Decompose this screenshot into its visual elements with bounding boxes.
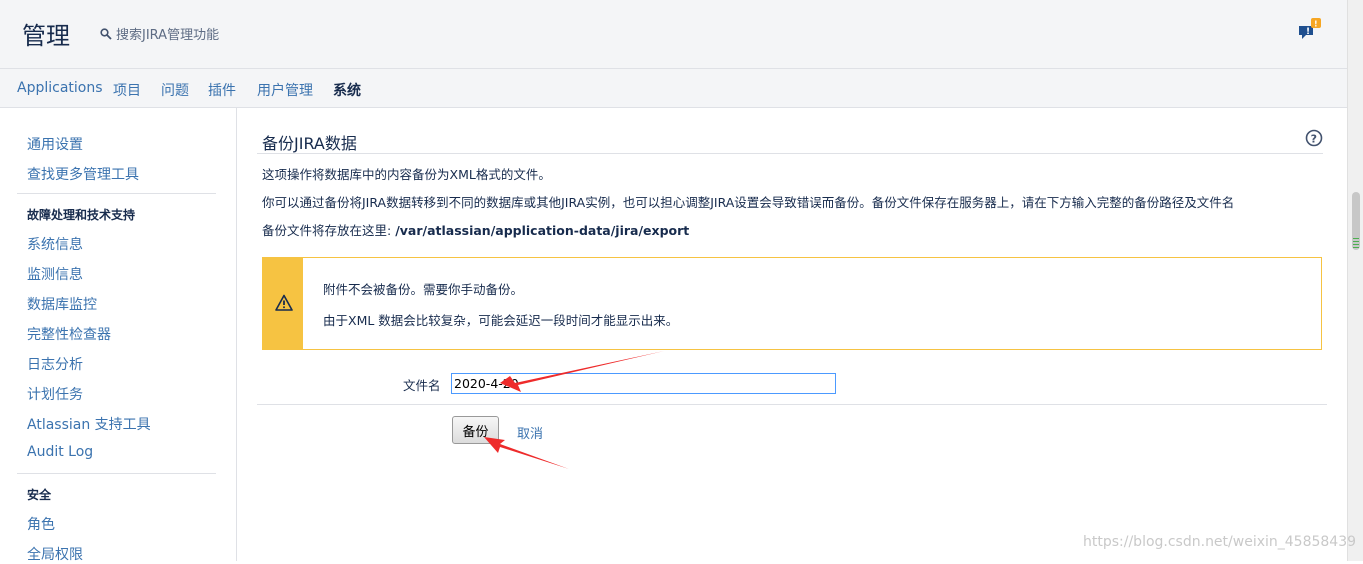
sidebar-item-monitoring[interactable]: 监测信息 xyxy=(27,264,83,284)
tab-applications[interactable]: Applications xyxy=(17,80,103,96)
sidebar-item-db-monitoring[interactable]: 数据库监控 xyxy=(27,294,97,314)
help-icon[interactable]: ? xyxy=(1305,129,1323,147)
admin-search[interactable]: 搜索JIRA管理功能 xyxy=(100,24,219,43)
warning-bar xyxy=(263,258,303,349)
watermark: https://blog.csdn.net/weixin_45858439 xyxy=(1083,534,1357,550)
svg-text:!: ! xyxy=(1306,27,1310,37)
backup-button[interactable]: 备份 xyxy=(452,416,499,444)
sidebar-item-integrity-checker[interactable]: 完整性检查器 xyxy=(27,324,111,344)
tab-issues[interactable]: 问题 xyxy=(161,80,189,100)
sidebar-item-log-analysis[interactable]: 日志分析 xyxy=(27,354,83,374)
feedback-icon[interactable]: ! ! xyxy=(1297,17,1323,43)
sidebar-item-support-tools[interactable]: Atlassian 支持工具 xyxy=(27,414,151,434)
backup-location-path: /var/atlassian/application-data/jira/exp… xyxy=(395,223,690,238)
page-title: 备份JIRA数据 xyxy=(262,134,357,153)
warning-line-attachments: 附件不会被备份。需要你手动备份。 xyxy=(323,282,524,297)
tab-projects[interactable]: 项目 xyxy=(113,80,141,100)
sidebar-item-roles[interactable]: 角色 xyxy=(27,514,55,534)
backup-location-text: 备份文件将存放在这里: /var/atlassian/application-d… xyxy=(262,220,689,239)
sidebar-item-general-settings[interactable]: 通用设置 xyxy=(27,134,83,154)
sidebar-divider xyxy=(17,473,216,474)
sidebar-section-troubleshooting: 故障处理和技术支持 xyxy=(27,208,136,222)
search-icon xyxy=(100,27,112,40)
admin-sidebar: 通用设置 查找更多管理工具 故障处理和技术支持 系统信息 监测信息 数据库监控 … xyxy=(0,108,237,564)
tab-system[interactable]: 系统 xyxy=(333,80,361,100)
admin-header: 管理 搜索JIRA管理功能 ! ! xyxy=(0,0,1347,69)
feedback-badge: ! xyxy=(1314,20,1318,29)
svg-text:?: ? xyxy=(1311,132,1317,145)
sidebar-item-audit-log[interactable]: Audit Log xyxy=(27,444,93,460)
admin-title: 管理 xyxy=(22,22,70,50)
tab-addons[interactable]: 插件 xyxy=(208,80,236,100)
admin-nav-tabs: Applications 项目 问题 插件 用户管理 系统 xyxy=(0,69,1347,108)
description-text: 你可以通过备份将JIRA数据转移到不同的数据库或其他JIRA实例，也可以担心调整… xyxy=(262,195,1235,210)
scrollbar-grip-icon xyxy=(1353,238,1359,248)
warning-message: 附件不会被备份。需要你手动备份。 由于XML 数据会比较复杂，可能会延迟一段时间… xyxy=(262,257,1322,350)
sidebar-divider xyxy=(17,193,216,194)
intro-text: 这项操作将数据库中的内容备份为XML格式的文件。 xyxy=(262,167,551,182)
sidebar-item-system-info[interactable]: 系统信息 xyxy=(27,234,83,254)
warning-icon xyxy=(275,294,293,311)
sidebar-item-global-permissions[interactable]: 全局权限 xyxy=(27,544,83,564)
backup-location-prefix: 备份文件将存放在这里: xyxy=(262,223,396,238)
search-label[interactable]: 搜索JIRA管理功能 xyxy=(116,24,219,43)
cancel-link[interactable]: 取消 xyxy=(517,423,543,442)
filename-label: 文件名 xyxy=(403,378,441,393)
sidebar-section-security: 安全 xyxy=(27,488,52,502)
sidebar-item-scheduled-tasks[interactable]: 计划任务 xyxy=(27,384,83,404)
sidebar-item-find-more-tools[interactable]: 查找更多管理工具 xyxy=(27,164,139,184)
main-content: 备份JIRA数据 ? 这项操作将数据库中的内容备份为XML格式的文件。 你可以通… xyxy=(237,108,1347,561)
filename-input[interactable] xyxy=(451,373,836,394)
title-divider xyxy=(257,153,1323,154)
warning-line-delay: 由于XML 数据会比较复杂，可能会延迟一段时间才能显示出来。 xyxy=(323,313,679,328)
form-divider xyxy=(257,404,1327,405)
page-scrollbar[interactable] xyxy=(1347,0,1363,561)
tab-user-management[interactable]: 用户管理 xyxy=(257,80,313,100)
